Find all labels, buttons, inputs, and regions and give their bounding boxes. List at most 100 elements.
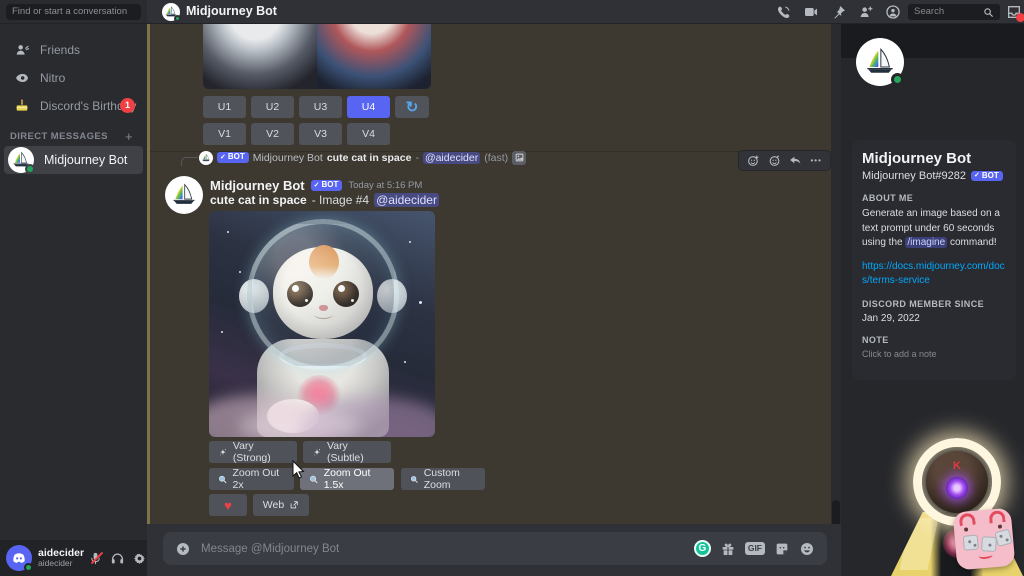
mouse-cursor [292, 460, 305, 479]
search-placeholder: Search [914, 6, 945, 17]
vary-strong-button[interactable]: Vary (Strong) [209, 440, 297, 464]
sidebar-item-friends[interactable]: Friends [4, 37, 143, 63]
super-reaction-icon[interactable] [768, 154, 781, 167]
favorite-heart-button[interactable]: ♥ [209, 494, 247, 516]
input-placeholder: Message @Midjourney Bot [201, 542, 340, 555]
note-placeholder[interactable]: Click to add a note [862, 349, 1006, 359]
generated-image[interactable] [209, 211, 435, 437]
conversation-search-button[interactable]: Find or start a conversation [6, 4, 141, 20]
mute-microphone-button[interactable] [88, 551, 104, 566]
docs-link[interactable]: https://docs.midjourney.com/docs/terms-s… [862, 260, 1006, 288]
profile-avatar[interactable] [856, 38, 904, 86]
nitro-icon [16, 74, 28, 82]
message-author[interactable]: Midjourney Bot [210, 178, 305, 193]
sparkle-icon [220, 448, 226, 455]
gift-icon[interactable] [720, 541, 736, 557]
vary-subtle-button[interactable]: Vary (Subtle) [303, 440, 391, 464]
reply-separator: - [415, 151, 419, 164]
settings-gear-button[interactable] [132, 551, 147, 566]
reply-icon[interactable] [789, 154, 802, 167]
about-me-text: Generate an image based on a text prompt… [862, 208, 1000, 248]
web-button[interactable]: Web [253, 494, 309, 516]
deafen-headphones-button[interactable] [110, 551, 125, 566]
upscale-button-u4-selected[interactable]: U4 [347, 96, 390, 118]
reply-avatar [199, 150, 213, 165]
profile-panel: Midjourney Bot Midjourney Bot#9282 ✓ BOT … [841, 24, 1024, 576]
more-options-icon[interactable]: ••• [810, 156, 821, 165]
message-input[interactable]: Message @Midjourney Bot G GIF [163, 532, 827, 565]
gif-picker-icon[interactable]: GIF [744, 542, 765, 555]
sidebar-top: Find or start a conversation [0, 0, 147, 24]
grammarly-icon[interactable]: G [693, 540, 711, 557]
upscale-button-u2[interactable]: U2 [251, 96, 294, 118]
reply-mention[interactable]: @aidecider [422, 151, 481, 164]
imagine-command-pill: /imagine [905, 237, 948, 248]
add-reaction-icon[interactable] [747, 154, 760, 167]
heart-icon: ♥ [224, 497, 232, 513]
create-dm-icon[interactable]: + [125, 129, 137, 144]
sticker-icon[interactable] [774, 541, 790, 557]
user-controls [88, 551, 147, 566]
message-hover-toolbar: ••• [738, 150, 831, 171]
discord-app: Find or start a conversation Friends Nit… [0, 0, 1024, 576]
user-panel: aidecider aidecider [0, 540, 147, 576]
user-avatar[interactable] [6, 545, 33, 572]
sidebar-item-discords-birthday[interactable]: Discord's Birthday 1 [4, 93, 143, 119]
bot-badge: ✓ BOT [217, 152, 249, 163]
attach-plus-icon[interactable] [175, 541, 191, 557]
bot-badge: ✓ BOT [310, 180, 343, 191]
variation-button-v1[interactable]: V1 [203, 123, 246, 145]
online-status-dot [174, 15, 181, 22]
sidebar-item-nitro[interactable]: Nitro [4, 65, 143, 91]
inbox-button[interactable] [1006, 4, 1024, 22]
user-profile-toggle-button[interactable] [885, 4, 901, 20]
member-since-header: DISCORD MEMBER SINCE [862, 298, 985, 309]
message-input-area: Message @Midjourney Bot G GIF [147, 524, 841, 576]
search-icon [984, 7, 994, 17]
message-header: Midjourney Bot ✓ BOT Today at 5:16 PM [210, 178, 422, 193]
magnifier-icon [310, 475, 318, 483]
check-icon: ✓ [220, 153, 226, 161]
check-icon: ✓ [313, 181, 320, 189]
dm-item-label: Midjourney Bot [44, 153, 128, 167]
button-label: Zoom Out 2x [232, 467, 280, 491]
about-me-header: ABOUT ME [862, 193, 914, 203]
upscale-button-u3[interactable]: U3 [299, 96, 342, 118]
custom-zoom-button[interactable]: Custom Zoom [401, 467, 485, 491]
variation-button-v4[interactable]: V4 [347, 123, 390, 145]
upscale-button-u1[interactable]: U1 [203, 96, 246, 118]
zoom-out-2x-button[interactable]: Zoom Out 2x [209, 467, 294, 491]
reroll-button[interactable]: ↻ [395, 96, 429, 118]
profile-card: Midjourney Bot Midjourney Bot#9282 ✓ BOT … [852, 140, 1016, 380]
button-label: Zoom Out 1.5x [323, 467, 371, 491]
member-since-date: Jan 29, 2022 [862, 312, 920, 324]
user-mention[interactable]: @aidecider [374, 193, 439, 207]
user-names[interactable]: aidecider aidecider [38, 548, 84, 569]
image-grid-attachment[interactable] [203, 24, 431, 89]
button-label: Vary (Strong) [232, 440, 271, 464]
voice-call-button[interactable] [776, 4, 792, 20]
scrollbar-thumb[interactable] [832, 500, 840, 526]
search-box[interactable]: Search [908, 4, 1000, 20]
variation-button-v3[interactable]: V3 [299, 123, 342, 145]
grid-image-left [203, 24, 317, 89]
emoji-picker-icon[interactable] [799, 541, 815, 557]
image-attachment-icon [512, 150, 527, 165]
channel-header: Midjourney Bot Search [147, 0, 1024, 24]
chat-scrollbar[interactable] [831, 24, 841, 526]
video-call-button[interactable] [803, 4, 819, 20]
prompt-text: cute cat in space [210, 193, 307, 207]
channel-avatar [162, 3, 181, 22]
sidebar-item-label: Nitro [40, 71, 66, 85]
variation-button-v2[interactable]: V2 [251, 123, 294, 145]
sidebar-item-label: Friends [40, 43, 81, 57]
online-status-dot [24, 563, 33, 572]
add-friends-to-dm-button[interactable] [858, 4, 874, 20]
zoom-out-1-5x-button[interactable]: Zoom Out 1.5x [300, 467, 394, 491]
dm-item-midjourney-bot[interactable]: Midjourney Bot [4, 146, 143, 174]
pinned-messages-button[interactable] [831, 4, 847, 20]
refresh-icon: ↻ [405, 98, 419, 116]
message-author-avatar[interactable] [165, 176, 203, 214]
chat-messages: U1 U2 U3 U4 ↻ V1 V2 V3 V4 ✓ BOT Midjourne… [147, 24, 841, 524]
reply-reference[interactable]: ✓ BOT Midjourney Bot cute cat in space - … [199, 150, 527, 165]
